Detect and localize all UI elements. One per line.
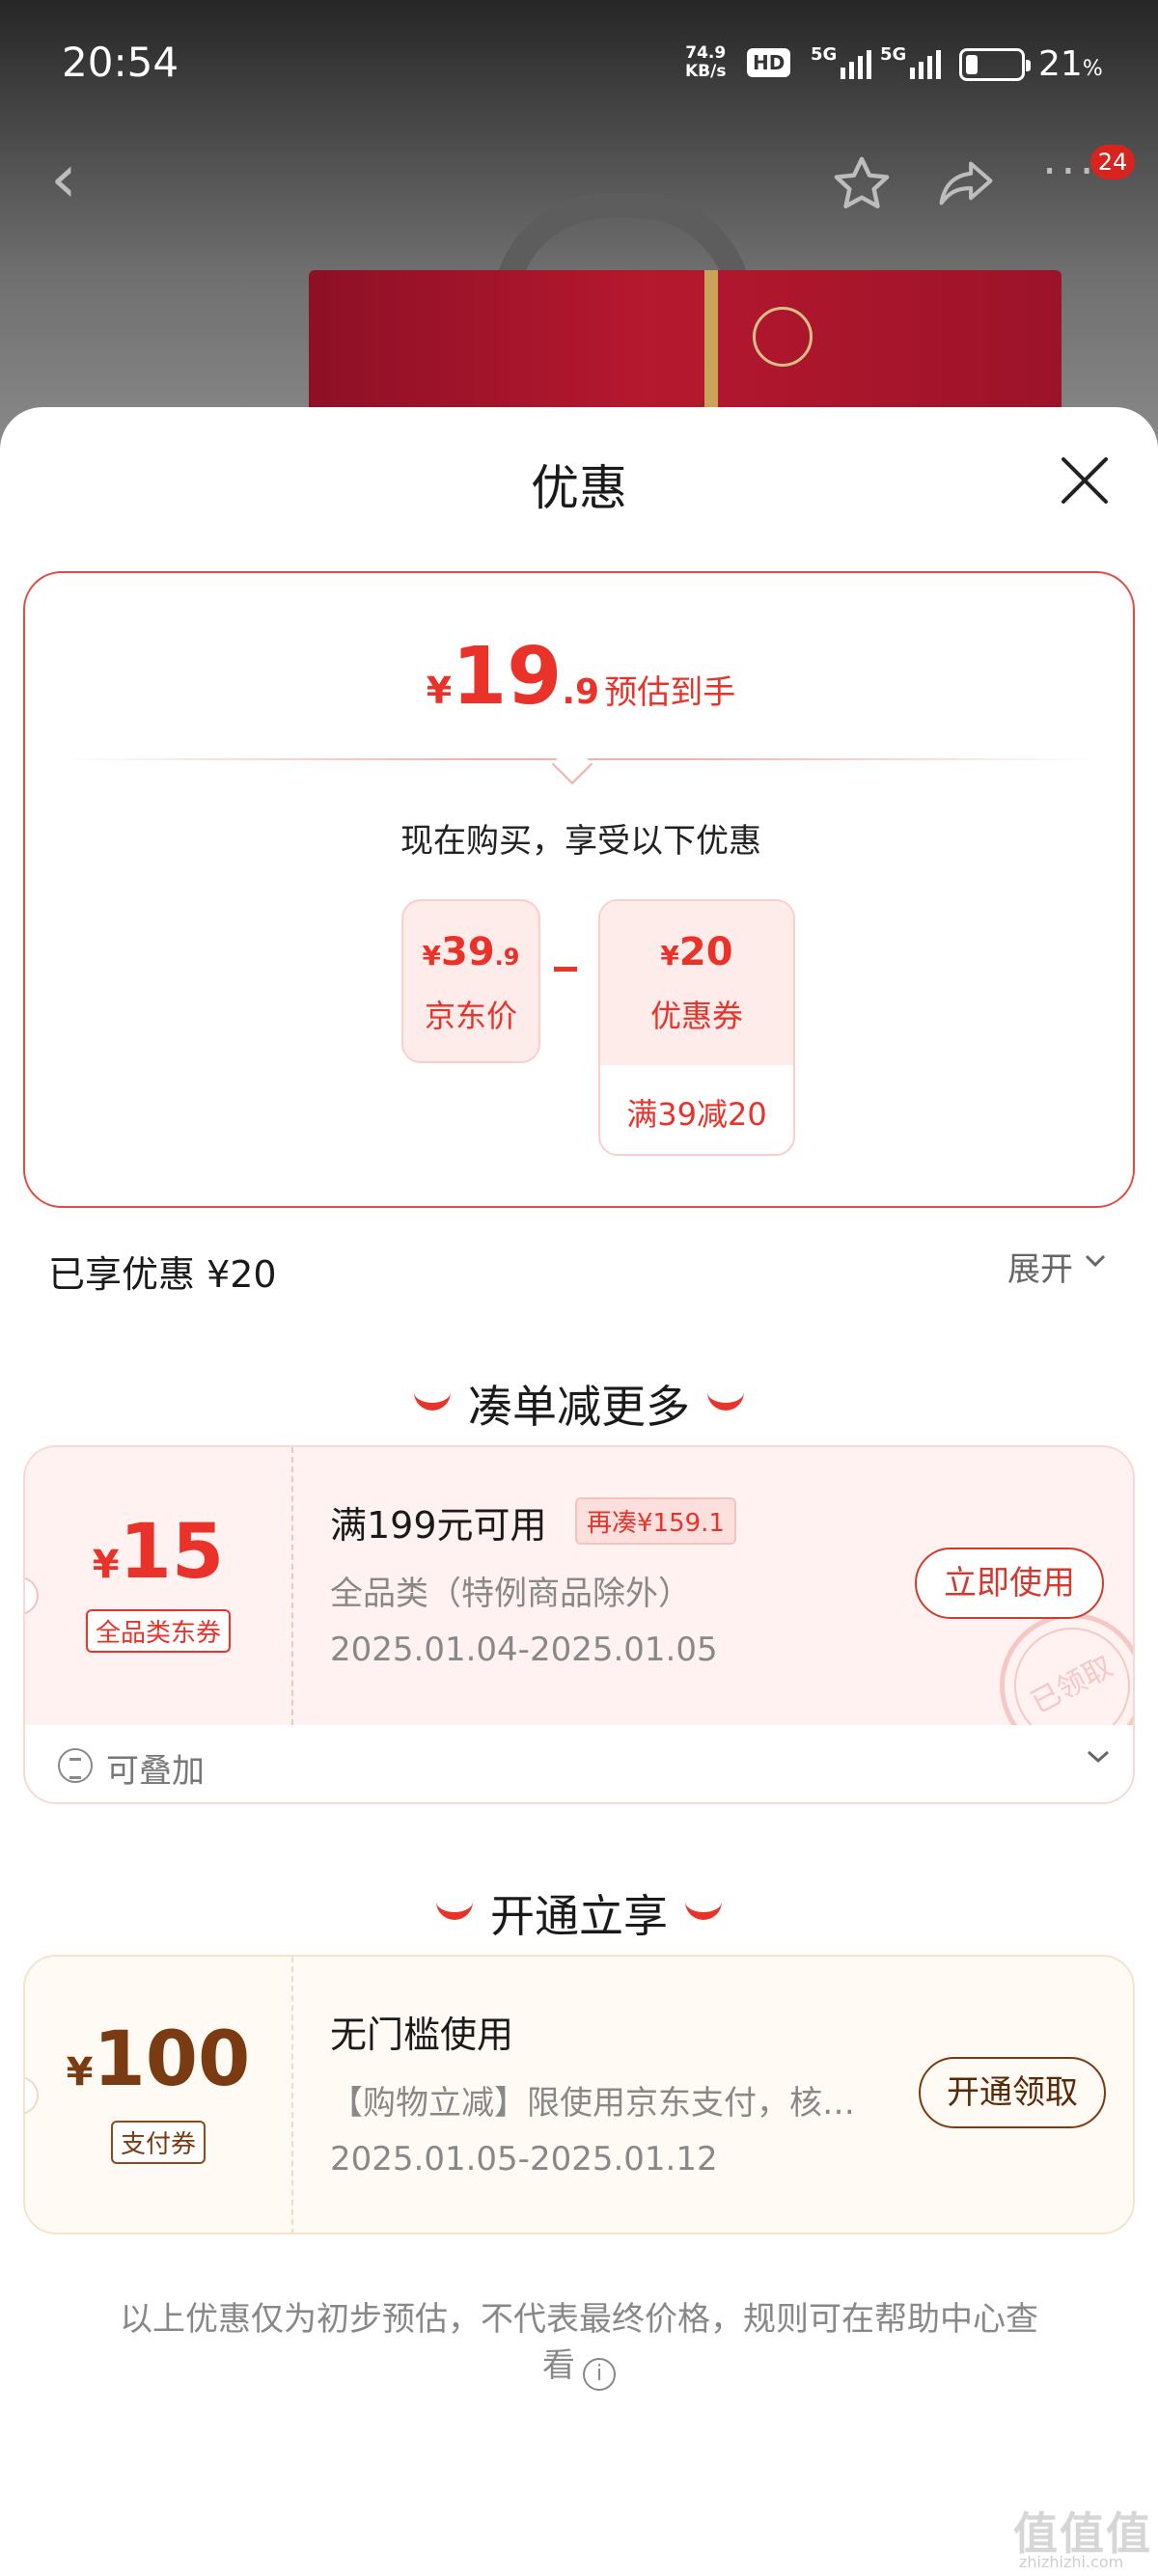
watermark-url: zhizhizhi.com	[1019, 2553, 1124, 2571]
coupon-date-range: 2025.01.05-2025.01.12	[330, 2140, 718, 2179]
coupon-condition: 满199元可用	[330, 1504, 547, 1547]
activate-claim-button[interactable]: 开通领取	[919, 2057, 1106, 2128]
coupon-date-range: 2025.01.04-2025.01.05	[330, 1631, 718, 1669]
coupon-scope: 全品类（特例商品除外）	[330, 1575, 691, 1613]
network-speed: 74.9 KB/s	[685, 43, 727, 81]
stack-icon	[58, 1748, 93, 1783]
coupon-value: ¥20	[660, 930, 733, 974]
stackable-row[interactable]: 可叠加	[25, 1725, 1133, 1802]
coupon-card-combine: ¥15 全品类东券 满199元可用 再凑¥159.1 全品类（特例商品除外） 2…	[23, 1445, 1135, 1804]
chevron-down-icon[interactable]	[1087, 1750, 1110, 1764]
coupon-remaining-badge: 再凑¥159.1	[575, 1497, 736, 1545]
battery-icon	[959, 48, 1031, 81]
coupon-amount: ¥100	[66, 2016, 251, 2103]
hd-voice-icon: HD	[747, 48, 791, 77]
estimated-price: ¥19.9 预估到手	[426, 631, 736, 723]
estimated-price-card: ¥19.9 预估到手 现在购买，享受以下优惠 ¥39.9 京东价 ¥20 优惠券…	[23, 571, 1135, 1208]
message-count-badge: 24	[1090, 145, 1135, 179]
estimated-price-label: 预估到手	[604, 673, 736, 712]
smile-decoration-icon	[436, 1901, 473, 1920]
product-brand-seal	[753, 307, 813, 367]
discount-sheet: 优惠 ¥19.9 预估到手 现在购买，享受以下优惠 ¥39.9 京东价 ¥20 …	[0, 407, 1158, 2576]
coupon-condition: 无门槛使用	[330, 2014, 514, 2056]
coupon-label: 优惠券	[649, 998, 743, 1034]
jd-price-value: ¥39.9	[422, 930, 520, 974]
stackable-label: 可叠加	[106, 1752, 205, 1791]
enjoyed-discount: 已享优惠 ¥20	[48, 1253, 277, 1296]
smile-decoration-icon	[707, 1391, 744, 1411]
info-icon[interactable]: i	[583, 2358, 616, 2391]
signal-icon-2: 5G	[880, 44, 942, 79]
section-title-open: 开通立享	[0, 1881, 1158, 1945]
use-now-button[interactable]: 立即使用	[915, 1548, 1104, 1619]
coupon-condition: 满39减20	[626, 1096, 767, 1133]
coupon-price-box: ¥20 优惠券 满39减20	[598, 899, 795, 1156]
smile-decoration-icon	[685, 1901, 722, 1920]
signal-icon-1: 5G	[811, 44, 872, 79]
jd-price-box: ¥39.9 京东价	[401, 899, 540, 1063]
sheet-title: 优惠	[531, 460, 627, 516]
coupon-left: ¥15 全品类东券	[25, 1447, 291, 1725]
divider-notch	[551, 743, 593, 785]
share-icon[interactable]	[936, 156, 996, 210]
smile-decoration-icon	[414, 1391, 451, 1411]
close-icon[interactable]	[1056, 452, 1114, 509]
coupon-card-open: ¥100 支付券 无门槛使用 【购物立减】限使用京东支付，核… 2025.01.…	[23, 1955, 1135, 2234]
coupon-type-tag: 支付券	[110, 2121, 207, 2164]
coupon-left: ¥100 支付券	[25, 1957, 291, 2233]
minus-sign	[554, 967, 577, 972]
battery-percent: 21%	[1038, 44, 1103, 84]
coupon-type-tag: 全品类东券	[85, 1609, 232, 1653]
coupon-scope: 【购物立减】限使用京东支付，核…	[330, 2084, 855, 2123]
chevron-down-icon[interactable]	[1085, 1254, 1106, 1268]
coupon-amount: ¥15	[92, 1509, 225, 1596]
expand-button[interactable]: 展开	[1007, 1243, 1073, 1290]
back-icon[interactable]: ‹	[50, 145, 77, 212]
favorite-star-icon[interactable]	[830, 152, 894, 216]
more-options-icon[interactable]: ···	[1042, 145, 1098, 199]
status-time: 20:54	[62, 39, 179, 86]
status-bar: 20:54 74.9 KB/s HD 5G 5G 21%	[0, 0, 1158, 131]
section-title-combine: 凑单减更多	[0, 1372, 1158, 1436]
disclaimer-text: 以上优惠仅为初步预估，不代表最终价格，规则可在帮助中心查看 i	[116, 2296, 1042, 2391]
jd-price-label: 京东价	[424, 998, 517, 1034]
now-buy-text: 现在购买，享受以下优惠	[400, 822, 761, 861]
